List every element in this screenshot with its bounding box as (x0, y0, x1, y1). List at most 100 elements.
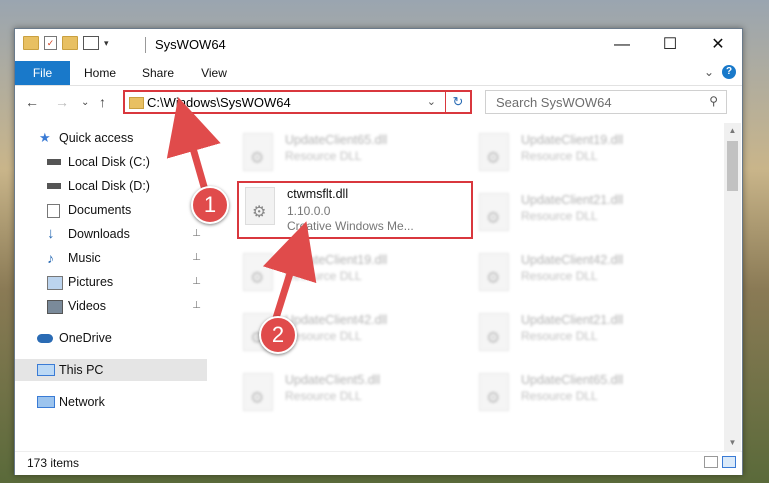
pictures-icon (47, 276, 63, 290)
file-version: 1.10.0.0 (287, 204, 331, 218)
file-tile[interactable]: ⚙ UpdateClient19.dll Resource DLL (237, 247, 457, 299)
star-icon: ★ (39, 130, 51, 145)
dll-file-icon: ⚙ (479, 193, 509, 231)
file-description: Resource DLL (285, 269, 362, 283)
sidebar-item-pictures[interactable]: Pictures ⊥ (15, 271, 207, 293)
sidebar-item-label: Local Disk (D:) (68, 179, 150, 193)
sidebar-item-label: Documents (68, 203, 132, 217)
sidebar-item-label: Network (59, 395, 105, 409)
back-arrow-icon[interactable]: ← (25, 94, 39, 110)
file-tile[interactable]: ⚙ UpdateClient19.dll Resource DLL (473, 127, 693, 179)
address-bar[interactable]: C:\Windows\SysWOW64 ⌄ ↻ (123, 90, 472, 114)
pin-icon[interactable]: ⊥ (192, 295, 201, 317)
details-view-icon[interactable] (704, 456, 718, 468)
window-title: SysWOW64 (155, 37, 226, 52)
sidebar-item-videos[interactable]: Videos ⊥ (15, 295, 207, 317)
scroll-up-icon[interactable]: ▲ (724, 123, 741, 139)
address-dropdown-icon[interactable]: ⌄ (427, 95, 436, 108)
properties-check-icon[interactable]: ✓ (44, 36, 57, 50)
sidebar-item-label: OneDrive (59, 331, 112, 345)
dll-file-icon: ⚙ (479, 313, 509, 351)
file-description: Creative Windows Me... (287, 219, 414, 233)
documents-icon (47, 204, 60, 218)
scroll-thumb[interactable] (727, 141, 738, 191)
drive-icon (47, 183, 61, 189)
sidebar-item-label: Music (68, 251, 101, 265)
ribbon-controls: ⌄ ? (704, 65, 736, 79)
sidebar-item-local-disk-c[interactable]: Local Disk (C:) (15, 151, 207, 173)
status-bar: 173 items (15, 451, 742, 475)
forward-arrow-icon[interactable]: → (55, 94, 69, 110)
title-separator (145, 37, 146, 53)
sidebar-item-quick-access[interactable]: ★ Quick access (15, 127, 207, 149)
file-tile[interactable]: ⚙ UpdateClient21.dll Resource DLL (473, 187, 693, 239)
address-path[interactable]: C:\Windows\SysWOW64 (147, 95, 291, 110)
tiles-view-icon[interactable] (722, 456, 736, 468)
file-tile[interactable]: ⚙ UpdateClient5.dll Resource DLL (237, 367, 457, 419)
close-button[interactable]: ✕ (695, 29, 741, 61)
sidebar-item-label: Downloads (68, 227, 130, 241)
sidebar-item-music[interactable]: ♪ Music ⊥ (15, 247, 207, 269)
file-tile-ctwmsflt[interactable]: ⚙ ctwmsflt.dll 1.10.0.0 Creative Windows… (237, 181, 473, 239)
file-name: UpdateClient19.dll (521, 133, 624, 147)
cloud-icon (37, 334, 53, 343)
view-switcher (704, 456, 736, 468)
dll-file-icon: ⚙ (479, 253, 509, 291)
tab-view[interactable]: View (189, 61, 239, 85)
expand-ribbon-icon[interactable]: ⌄ (704, 65, 714, 79)
maximize-button[interactable]: ☐ (647, 29, 693, 61)
file-name: UpdateClient65.dll (521, 373, 624, 387)
download-icon: ↓ (47, 225, 55, 242)
ribbon: File Home Share View ⌄ ? (15, 61, 742, 86)
search-icon[interactable]: ⚲ (709, 94, 718, 108)
sidebar-item-network[interactable]: Network (15, 391, 207, 413)
tab-file[interactable]: File (15, 61, 70, 85)
sidebar-item-local-disk-d[interactable]: Local Disk (D:) (15, 175, 207, 197)
search-box[interactable]: ⚲ (485, 90, 727, 114)
recent-locations-icon[interactable]: ⌄ (81, 97, 89, 108)
videos-icon (47, 300, 63, 314)
scroll-down-icon[interactable]: ▼ (724, 435, 741, 451)
dll-file-icon: ⚙ (479, 133, 509, 171)
file-name: UpdateClient5.dll (285, 373, 381, 387)
sidebar-item-onedrive[interactable]: OneDrive (15, 327, 207, 349)
search-input[interactable] (494, 94, 698, 111)
music-icon: ♪ (47, 250, 54, 266)
dll-file-icon: ⚙ (243, 253, 273, 291)
file-explorer-window: ✓ ▾ SysWOW64 — ☐ ✕ File Home Share View … (14, 28, 743, 475)
pin-icon[interactable]: ⊥ (192, 271, 201, 293)
file-tile[interactable]: ⚙ UpdateClient65.dll Resource DLL (237, 127, 457, 179)
file-tile[interactable]: ⚙ UpdateClient21.dll Resource DLL (473, 307, 693, 359)
tab-home[interactable]: Home (75, 61, 125, 85)
file-description: Resource DLL (285, 149, 362, 163)
file-description: Resource DLL (521, 269, 598, 283)
item-count: 173 items (27, 456, 80, 470)
up-arrow-icon[interactable]: ↑ (99, 94, 106, 110)
pin-icon[interactable]: ⊥ (192, 223, 201, 245)
step-1-badge: 1 (191, 186, 229, 224)
tab-share[interactable]: Share (133, 61, 183, 85)
new-folder-icon[interactable] (62, 36, 78, 50)
pin-icon[interactable]: ⊥ (192, 247, 201, 269)
sidebar-item-label: Local Disk (C:) (68, 155, 150, 169)
file-list: ⚙ UpdateClient65.dll Resource DLL ⚙ ctwm… (209, 123, 724, 451)
file-description: Resource DLL (285, 389, 362, 403)
customize-toolbar-icon[interactable]: ▾ (104, 38, 109, 49)
computer-icon (37, 364, 55, 376)
help-icon[interactable]: ? (722, 65, 736, 79)
sidebar-item-documents[interactable]: Documents ⊥ (15, 199, 207, 221)
file-tile[interactable]: ⚙ UpdateClient42.dll Resource DLL (473, 247, 693, 299)
properties-icon[interactable] (83, 36, 99, 50)
minimize-button[interactable]: — (599, 29, 645, 61)
dll-file-icon: ⚙ (245, 187, 275, 225)
folder-icon[interactable] (23, 36, 39, 50)
sidebar-item-downloads[interactable]: ↓ Downloads ⊥ (15, 223, 207, 245)
file-tile[interactable]: ⚙ UpdateClient65.dll Resource DLL (473, 367, 693, 419)
file-name: UpdateClient42.dll (521, 253, 624, 267)
sidebar-item-this-pc[interactable]: This PC (15, 359, 207, 381)
vertical-scrollbar[interactable]: ▲ ▼ (724, 123, 741, 451)
dll-file-icon: ⚙ (479, 373, 509, 411)
refresh-icon[interactable]: ↻ (445, 92, 470, 112)
file-description: Resource DLL (521, 329, 598, 343)
file-name: UpdateClient19.dll (285, 253, 388, 267)
